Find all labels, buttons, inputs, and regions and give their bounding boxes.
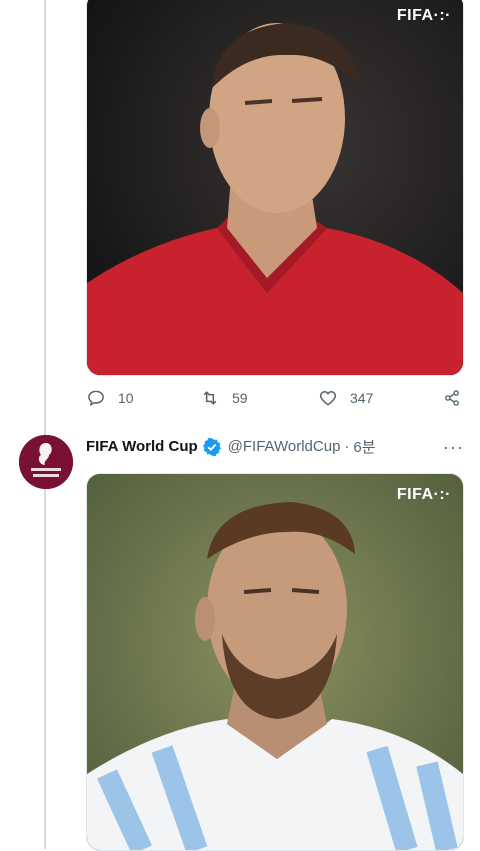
avatar[interactable] xyxy=(19,435,73,489)
reply-count: 10 xyxy=(118,390,134,406)
share-icon xyxy=(445,390,459,406)
tweet-image-1[interactable]: FIFA·:· xyxy=(86,0,464,376)
handle[interactable]: @FIFAWorldCup xyxy=(228,438,341,455)
fifa-world-cup-logo xyxy=(19,435,73,489)
reply-icon xyxy=(88,390,104,407)
retweet-icon xyxy=(203,391,217,405)
like-count: 347 xyxy=(350,390,374,406)
like-button[interactable]: 347 xyxy=(318,388,373,408)
thread-line xyxy=(44,0,46,849)
retweet-button[interactable]: 59 xyxy=(200,388,248,408)
timestamp[interactable]: 6분 xyxy=(353,436,375,457)
tweet-header: FIFA World Cup @FIFAWorldCup · 6분 xyxy=(86,436,376,457)
fifa-watermark: FIFA·:· xyxy=(396,7,451,24)
tweet-image-2[interactable]: FIFA·:· xyxy=(86,473,464,851)
heart-icon xyxy=(319,390,337,406)
share-button[interactable] xyxy=(442,388,462,408)
tweet-image-1-photo xyxy=(87,0,463,375)
more-options-button[interactable]: ··· xyxy=(443,437,464,458)
separator-dot: · xyxy=(344,438,350,455)
fifa-watermark: FIFA·:· xyxy=(396,486,451,503)
reply-button[interactable]: 10 xyxy=(86,388,134,408)
retweet-count: 59 xyxy=(232,390,248,406)
verified-badge-icon xyxy=(202,437,221,456)
tweet-image-2-photo xyxy=(87,474,463,850)
display-name[interactable]: FIFA World Cup xyxy=(86,438,198,455)
tweet-actions: 10 59 347 xyxy=(86,388,466,412)
